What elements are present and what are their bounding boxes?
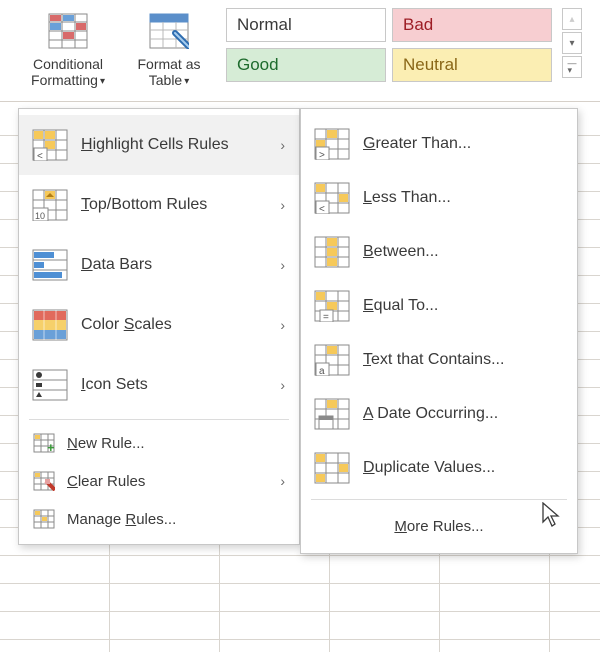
greater-than-icon: > — [311, 128, 353, 160]
submenu-date-occurring[interactable]: A Date Occurring... — [301, 387, 577, 441]
gallery-more-button[interactable]: —▾ — [562, 56, 582, 78]
chevron-right-icon: › — [280, 317, 285, 333]
equal-to-icon: = — [311, 290, 353, 322]
format-as-table-label: Format as Table▾ — [128, 56, 210, 89]
new-rule-icon: + — [29, 433, 59, 453]
menu-label: Less Than... — [363, 189, 563, 207]
menu-manage-rules[interactable]: Manage Rules... — [19, 500, 299, 538]
duplicate-values-icon — [311, 452, 353, 484]
conditional-formatting-label: Conditional Formatting▾ — [22, 56, 114, 89]
menu-label: Text that Contains... — [363, 351, 563, 369]
gallery-up-button[interactable]: ▴ — [562, 8, 582, 30]
format-as-table-button[interactable]: Format as Table▾ — [124, 6, 214, 91]
submenu-between[interactable]: Between... — [301, 225, 577, 279]
menu-label: Equal To... — [363, 297, 563, 315]
svg-text:a: a — [319, 366, 325, 376]
svg-text:+: + — [47, 440, 55, 453]
menu-highlight-cells-rules[interactable]: < Highlight Cells Rules › — [19, 115, 299, 175]
submenu-text-contains[interactable]: a Text that Contains... — [301, 333, 577, 387]
menu-new-rule[interactable]: + New Rule... — [19, 424, 299, 462]
date-occurring-icon — [311, 398, 353, 430]
clear-rules-icon — [29, 471, 59, 491]
gallery-down-button[interactable]: ▾ — [562, 32, 582, 54]
menu-clear-rules[interactable]: Clear Rules › — [19, 462, 299, 500]
chevron-right-icon: › — [280, 257, 285, 273]
menu-data-bars[interactable]: Data Bars › — [19, 235, 299, 295]
menu-label: Between... — [363, 243, 563, 261]
submenu-greater-than[interactable]: > Greater Than... — [301, 117, 577, 171]
menu-separator — [311, 499, 567, 500]
cell-style-bad[interactable]: Bad — [392, 8, 552, 42]
highlight-cells-submenu: > Greater Than... < Less Than... Between… — [300, 108, 578, 554]
conditional-formatting-button[interactable]: Conditional Formatting▾ — [18, 6, 118, 91]
highlight-cells-icon: < — [29, 129, 71, 161]
svg-text:10: 10 — [35, 211, 45, 221]
less-than-icon: < — [311, 182, 353, 214]
cell-styles-gallery: Normal Bad Good Neutral — [226, 8, 552, 82]
submenu-equal-to[interactable]: = Equal To... — [301, 279, 577, 333]
menu-label: Color Scales — [81, 316, 274, 334]
menu-label: New Rule... — [67, 435, 285, 452]
menu-label: Icon Sets — [81, 376, 274, 394]
menu-label: Duplicate Values... — [363, 459, 563, 477]
menu-label: A Date Occurring... — [363, 405, 563, 423]
submenu-less-than[interactable]: < Less Than... — [301, 171, 577, 225]
menu-label: Manage Rules... — [67, 511, 285, 528]
menu-label: Top/Bottom Rules — [81, 196, 274, 214]
cell-style-neutral[interactable]: Neutral — [392, 48, 552, 82]
menu-label: Data Bars — [81, 256, 274, 274]
top-bottom-icon: 10 — [29, 189, 71, 221]
chevron-right-icon: › — [280, 377, 285, 393]
color-scales-icon — [29, 309, 71, 341]
menu-color-scales[interactable]: Color Scales › — [19, 295, 299, 355]
menu-icon-sets[interactable]: Icon Sets › — [19, 355, 299, 415]
submenu-more-rules[interactable]: More Rules... — [301, 504, 577, 545]
ribbon-styles-group: Conditional Formatting▾ Format as Table▾… — [0, 0, 600, 102]
chevron-right-icon: › — [280, 137, 285, 153]
menu-label: Clear Rules — [67, 473, 274, 490]
cell-style-good[interactable]: Good — [226, 48, 386, 82]
format-as-table-icon — [149, 10, 189, 52]
between-icon — [311, 236, 353, 268]
menu-separator — [29, 419, 289, 420]
cell-style-normal[interactable]: Normal — [226, 8, 386, 42]
chevron-right-icon: › — [280, 197, 285, 213]
text-contains-icon: a — [311, 344, 353, 376]
chevron-right-icon: › — [280, 473, 285, 489]
manage-rules-icon — [29, 509, 59, 529]
conditional-formatting-menu: < Highlight Cells Rules › 10 Top/Bottom … — [18, 108, 300, 545]
svg-text:<: < — [37, 151, 43, 161]
svg-text:<: < — [319, 204, 325, 214]
conditional-formatting-icon — [48, 10, 88, 52]
menu-top-bottom-rules[interactable]: 10 Top/Bottom Rules › — [19, 175, 299, 235]
submenu-duplicate-values[interactable]: Duplicate Values... — [301, 441, 577, 495]
svg-text:=: = — [323, 312, 329, 322]
menu-label: Greater Than... — [363, 135, 563, 153]
menu-label: Highlight Cells Rules — [81, 136, 274, 154]
icon-sets-icon — [29, 369, 71, 401]
data-bars-icon — [29, 249, 71, 281]
gallery-scroll-controls: ▴ ▾ —▾ — [562, 8, 582, 80]
svg-text:>: > — [319, 150, 325, 160]
